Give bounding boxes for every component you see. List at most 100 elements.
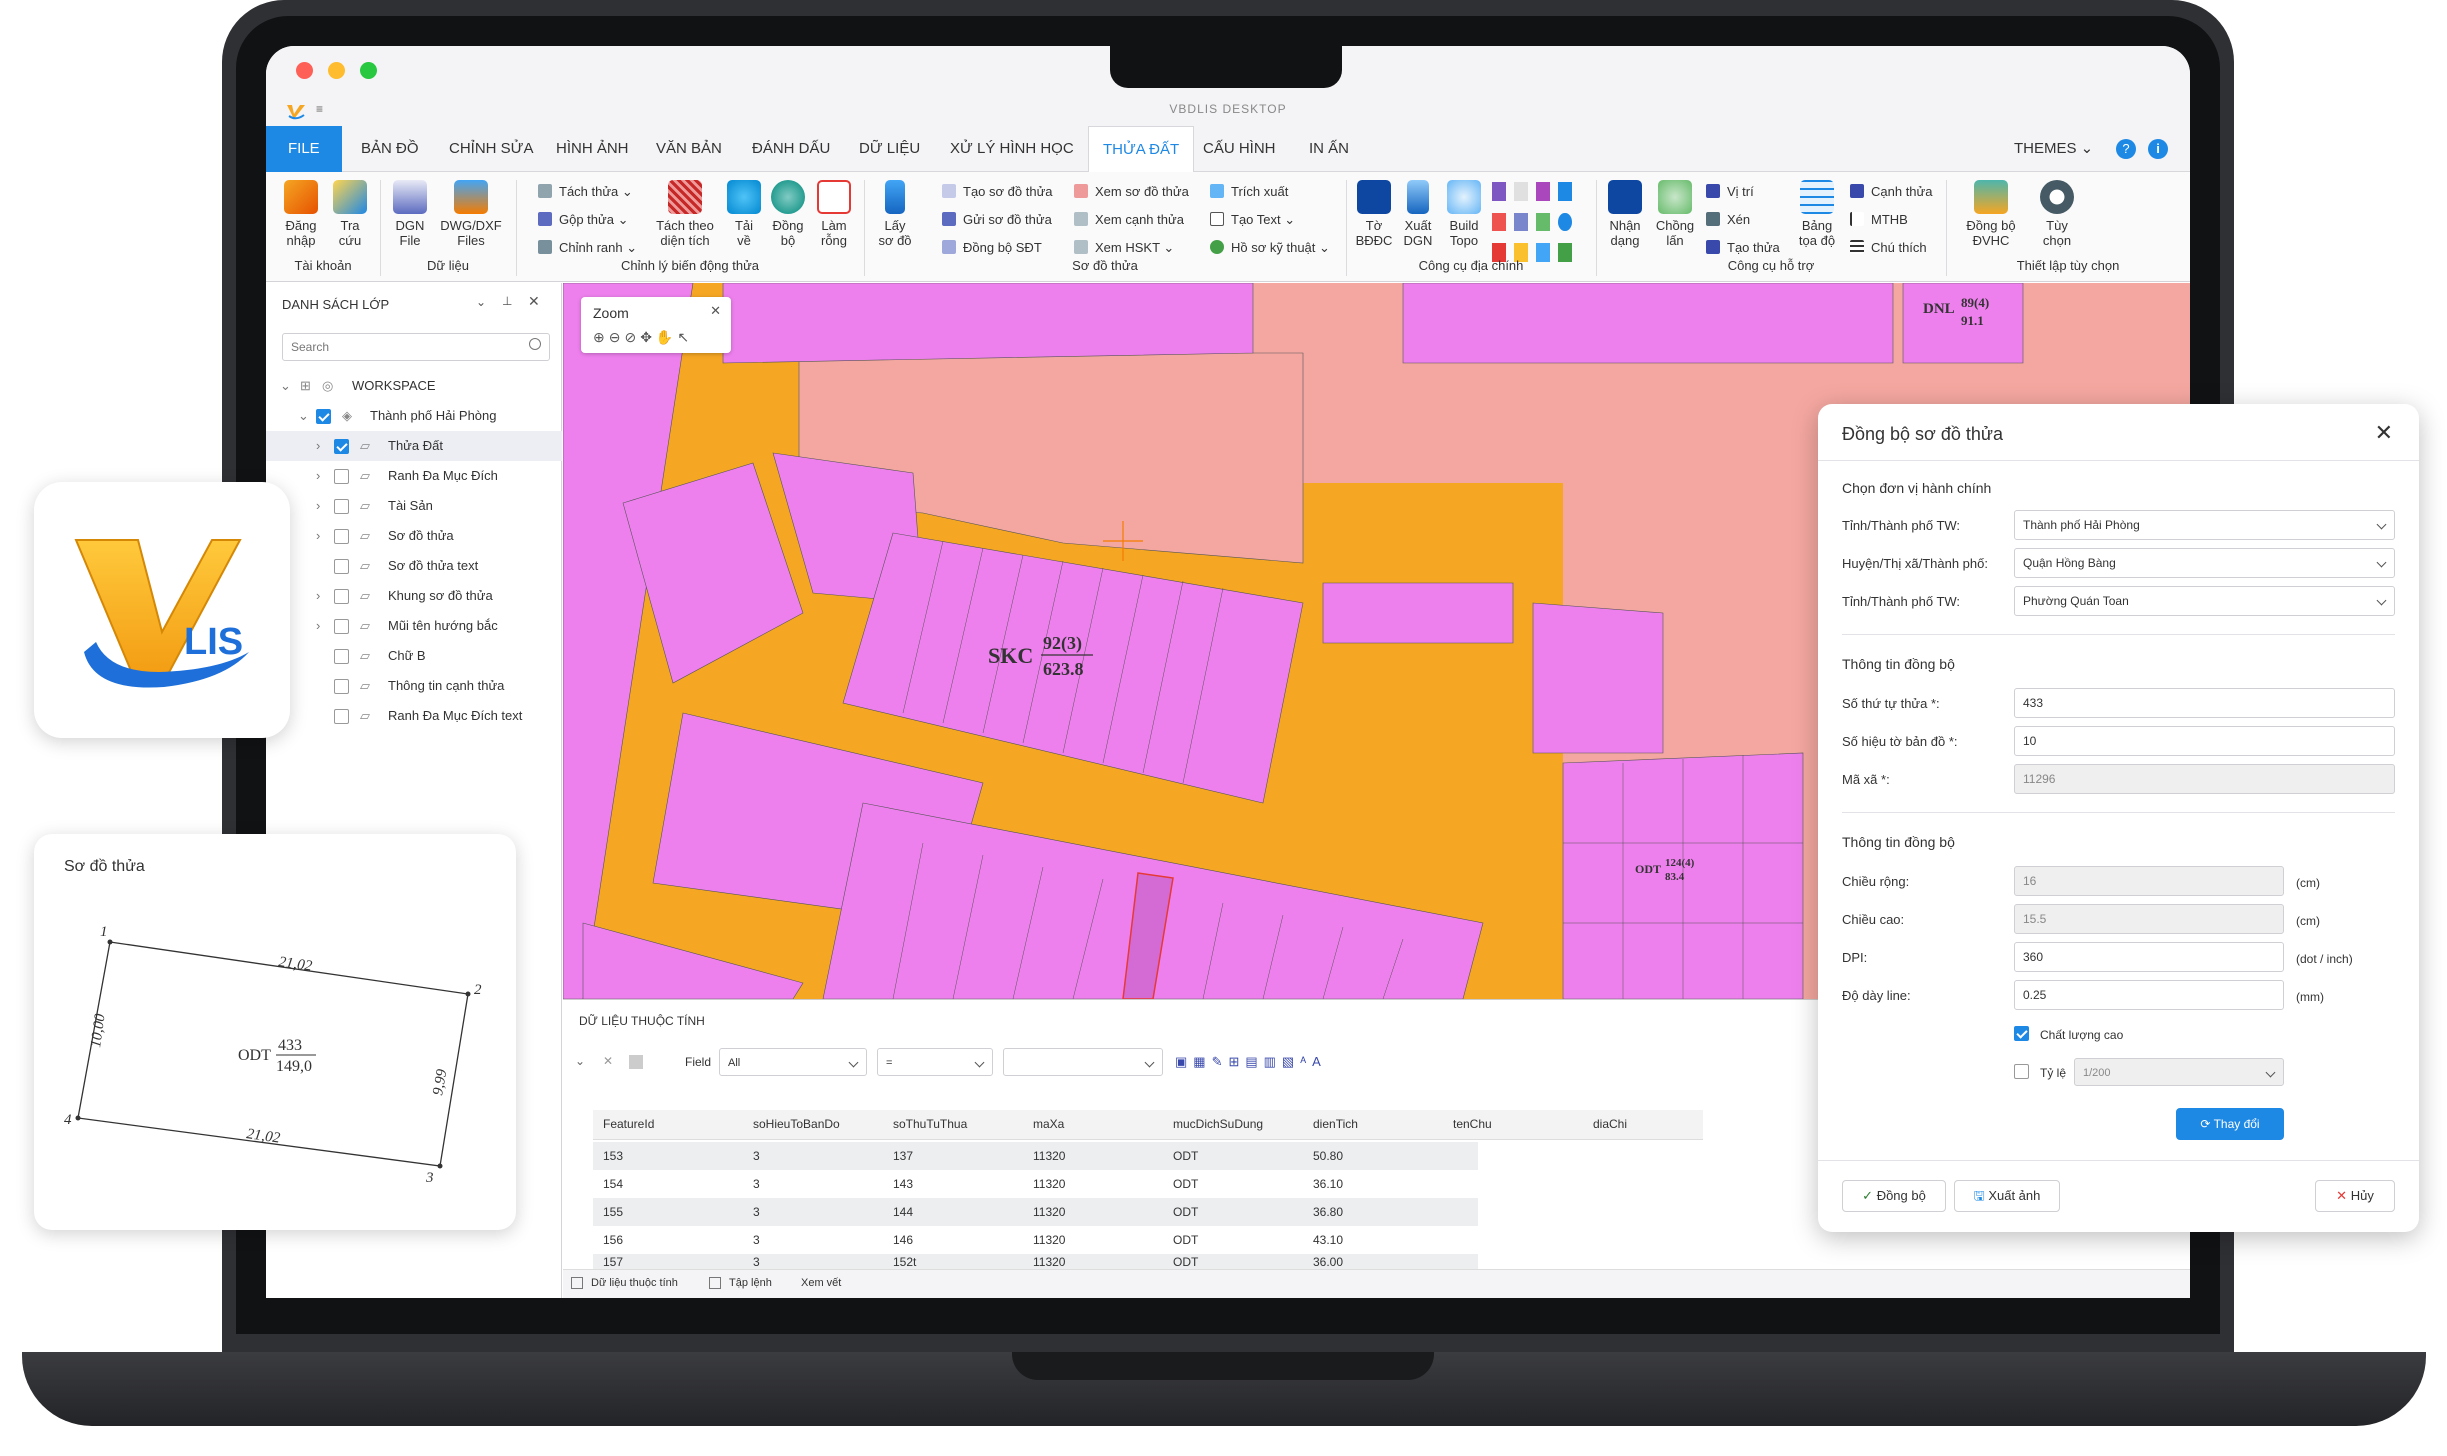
- layer-search-input[interactable]: Search: [282, 333, 550, 361]
- chinh-ranh-button[interactable]: Chỉnh ranh ⌄: [538, 238, 637, 258]
- tuy-chon-button[interactable]: Tùy chọn: [2032, 180, 2082, 248]
- close-window-button[interactable]: [296, 62, 313, 79]
- expand-icon[interactable]: ›: [316, 581, 320, 611]
- scale-select[interactable]: 1/200: [2074, 1058, 2284, 1086]
- info-icon[interactable]: i: [2148, 139, 2168, 159]
- dwg-files-button[interactable]: DWG/DXF Files: [436, 180, 506, 248]
- layer-checkbox[interactable]: [334, 679, 349, 694]
- collapse-icon[interactable]: ⌄: [280, 371, 291, 401]
- column-header[interactable]: dienTich: [1303, 1110, 1358, 1138]
- menu-in-an[interactable]: IN ẤN: [1309, 126, 1349, 172]
- collapse-icon[interactable]: ⌄: [575, 1054, 585, 1068]
- layer-checkbox[interactable]: [316, 409, 331, 424]
- menu-xu-ly-hinh-hoc[interactable]: XỬ LÝ HÌNH HỌC: [950, 126, 1074, 172]
- text-tool-icon[interactable]: [1514, 182, 1528, 201]
- scale-checkbox[interactable]: [2014, 1064, 2029, 1079]
- expand-icon[interactable]: ›: [316, 611, 320, 641]
- menu-thua-dat[interactable]: THỬA ĐẤT: [1088, 126, 1195, 172]
- xuat-dgn-button[interactable]: Xuất DGN: [1398, 180, 1438, 248]
- dong-bo-sdt-button[interactable]: Đồng bộ SĐT: [942, 238, 1042, 258]
- xem-hskt-button[interactable]: Xem HSKT ⌄: [1074, 238, 1174, 258]
- change-button[interactable]: ⟳ Thay đổi: [2176, 1108, 2284, 1140]
- parcel-number-input[interactable]: 433: [2014, 688, 2395, 718]
- gui-so-do-thua-button[interactable]: Gửi sơ đồ thửa: [942, 210, 1052, 230]
- dgn-file-button[interactable]: DGN File: [386, 180, 434, 248]
- tree-row-chu-b[interactable]: ▱ Chữ B: [266, 641, 562, 671]
- dpi-input[interactable]: 360: [2014, 942, 2284, 972]
- map-sheet-input[interactable]: 10: [2014, 726, 2395, 756]
- tree-row-tai-san[interactable]: › ▱ Tài Sản: [266, 491, 562, 521]
- xem-so-do-thua-button[interactable]: Xem sơ đồ thửa: [1074, 182, 1189, 202]
- globe-tool-icon[interactable]: [1558, 212, 1572, 232]
- tree-row-so-do-thua[interactable]: › ▱ Sơ đồ thửa: [266, 521, 562, 551]
- width-input[interactable]: 16: [2014, 866, 2284, 896]
- xen-button[interactable]: Xén: [1706, 210, 1750, 230]
- line-width-input[interactable]: 0.25: [2014, 980, 2284, 1010]
- menu-hinh-anh[interactable]: HÌNH ẢNH: [556, 126, 629, 172]
- tree-row-khung-so-do[interactable]: › ▱ Khung sơ đồ thửa: [266, 581, 562, 611]
- close-panel-icon[interactable]: ✕: [528, 293, 540, 310]
- chong-lan-button[interactable]: Chồng lấn: [1652, 180, 1698, 248]
- lam-rong-button[interactable]: Làm rỗng: [812, 180, 856, 248]
- expand-icon[interactable]: ›: [316, 491, 320, 521]
- tai-ve-button[interactable]: Tải về: [724, 180, 764, 248]
- expand-icon[interactable]: ›: [316, 521, 320, 551]
- status-tab-trace[interactable]: Xem vết: [801, 1277, 841, 1289]
- layer-checkbox[interactable]: [334, 619, 349, 634]
- help-icon[interactable]: ?: [2116, 139, 2136, 159]
- lay-so-do-button[interactable]: Lấy sơ đồ: [870, 180, 920, 248]
- cancel-button[interactable]: ✕ Hủy: [2315, 1180, 2395, 1212]
- themes-menu[interactable]: THEMES ⌄: [2014, 126, 2093, 172]
- height-input[interactable]: 15.5: [2014, 904, 2284, 934]
- layer-checkbox[interactable]: [334, 529, 349, 544]
- nhan-dang-button[interactable]: Nhận dạng: [1602, 180, 1648, 248]
- filter-icon[interactable]: [629, 1055, 643, 1069]
- table-row[interactable]: 156 3 146 11320 ODT 43.10: [593, 1226, 1478, 1254]
- tao-so-do-thua-button[interactable]: Tạo sơ đồ thửa: [942, 182, 1053, 202]
- column-header[interactable]: FeatureId: [593, 1110, 654, 1138]
- expand-icon[interactable]: ›: [316, 431, 320, 461]
- canh-thua-button[interactable]: Cạnh thửa: [1850, 182, 1932, 202]
- layer-checkbox[interactable]: [334, 439, 349, 454]
- menu-van-ban[interactable]: VĂN BẢN: [656, 126, 722, 172]
- value-select[interactable]: [1003, 1048, 1163, 1076]
- tree-row-workspace[interactable]: ⌄ ⊞ ◎ WORKSPACE: [266, 371, 562, 401]
- menu-file[interactable]: FILE: [266, 126, 342, 172]
- menu-danh-dau[interactable]: ĐÁNH DẤU: [752, 126, 830, 172]
- table-row[interactable]: 153 3 137 11320 ODT 50.80: [593, 1142, 1478, 1170]
- shape-tool-icon[interactable]: [1536, 182, 1550, 201]
- maximize-window-button[interactable]: [360, 62, 377, 79]
- xem-canh-thua-button[interactable]: Xem cạnh thửa: [1074, 210, 1184, 230]
- tree-row-city[interactable]: ⌄ ◈ Thành phố Hải Phòng: [266, 401, 562, 431]
- table-row[interactable]: 157 3 152t 11320 ODT 36.00: [593, 1254, 1478, 1270]
- layer-checkbox[interactable]: [334, 589, 349, 604]
- tao-text-button[interactable]: Tạo Text ⌄: [1210, 210, 1295, 230]
- dong-bo-button[interactable]: Đồng bộ: [766, 180, 810, 248]
- attribute-tool-icons[interactable]: ▣▦✎⊞▤▥▧ᴬA: [1175, 1054, 1327, 1070]
- operator-select[interactable]: =: [877, 1048, 993, 1076]
- layer-checkbox[interactable]: [334, 559, 349, 574]
- collapse-icon[interactable]: ⌄: [298, 401, 309, 431]
- layer-tool-icon[interactable]: [1536, 212, 1550, 232]
- tree-row-ranh-da-muc-dich[interactable]: › ▱ Ranh Đa Mục Đích: [266, 461, 562, 491]
- menu-du-lieu[interactable]: DỮ LIỆU: [859, 126, 920, 172]
- trich-xuat-button[interactable]: Trích xuất: [1210, 182, 1288, 202]
- minimize-window-button[interactable]: [328, 62, 345, 79]
- ho-so-ky-thuat-button[interactable]: Hồ sơ kỹ thuật ⌄: [1210, 238, 1330, 258]
- column-header[interactable]: soThuTuThua: [883, 1110, 967, 1138]
- tree-row-mui-ten[interactable]: › ▱ Mũi tên hướng bắc: [266, 611, 562, 641]
- zoom-tool-icons[interactable]: ⊕⊖⊘✥✋↖: [593, 329, 693, 346]
- layer-checkbox[interactable]: [334, 499, 349, 514]
- close-dialog-icon[interactable]: ✕: [2375, 420, 2393, 446]
- gop-thua-button[interactable]: Gộp thửa ⌄: [538, 210, 628, 230]
- menu-ban-do[interactable]: BẢN ĐỒ: [361, 126, 419, 172]
- field-select[interactable]: All: [719, 1048, 867, 1076]
- column-header[interactable]: tenChu: [1443, 1110, 1492, 1138]
- layer-checkbox[interactable]: [334, 709, 349, 724]
- table-row[interactable]: 154 3 143 11320 ODT 36.10: [593, 1170, 1478, 1198]
- vi-tri-button[interactable]: Vị trí: [1706, 182, 1754, 202]
- status-tab-attributes[interactable]: Dữ liệu thuộc tính: [591, 1277, 678, 1289]
- column-header[interactable]: maXa: [1023, 1110, 1064, 1138]
- expand-icon[interactable]: ›: [316, 461, 320, 491]
- tree-row-so-do-thua-text[interactable]: ▱ Sơ đồ thửa text: [266, 551, 562, 581]
